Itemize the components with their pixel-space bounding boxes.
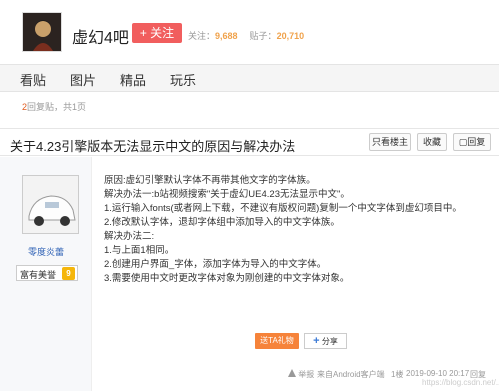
forum-stats: 关注：9,688 贴子：20,710 [188, 29, 316, 42]
post-line: 1.与上面1相同。 [104, 245, 175, 256]
report-link[interactable]: 举报 [288, 369, 314, 380]
watermark: https://blog.csdn.net/... [422, 378, 499, 387]
level-badge: 9 [62, 267, 75, 280]
members-count: 9,688 [215, 31, 238, 41]
share-button[interactable]: + 分享 [304, 333, 347, 349]
author-name[interactable]: 零度炎蕾 [0, 245, 92, 258]
forum-avatar[interactable] [22, 12, 62, 52]
author-badge: 富有美誉 9 [16, 265, 78, 281]
collect-button[interactable]: 收藏 [417, 133, 447, 151]
warning-icon [288, 369, 296, 377]
post-line: 解决办法二: [104, 231, 155, 242]
post-source: 来自Android客户端 [317, 370, 385, 379]
report-label: 举报 [298, 370, 315, 379]
post-line: 原因:虚幻引擎默认字体不再带其他文字的字体族。 [104, 175, 316, 186]
author-avatar[interactable] [22, 175, 79, 234]
post-content: 原因:虚幻引擎默认字体不再带其他文字的字体族。 解决办法一:b站视频搜索"关于虚… [104, 174, 494, 286]
nav-item-fun[interactable]: 玩乐 [170, 70, 196, 89]
plus-icon: + [313, 335, 320, 347]
forum-header: 虚幻4吧 + 关注 关注：9,688 贴子：20,710 [0, 0, 499, 64]
forum-name[interactable]: 虚幻4吧 [72, 24, 129, 48]
reply-button[interactable]: ▢回复 [453, 133, 491, 151]
author-panel: 零度炎蕾 富有美誉 9 [0, 157, 92, 391]
badge-text: 富有美誉 [20, 270, 57, 280]
post-line: 3.需要使用中文时更改字体对象为刚创建的中文字体对象。 [104, 273, 350, 284]
send-gift-button[interactable]: 送TA礼物 [255, 333, 299, 349]
floor-number: 1楼 [391, 370, 404, 379]
only-op-button[interactable]: 只看楼主 [369, 133, 411, 151]
posts-label: 贴子： [249, 31, 277, 41]
follow-button[interactable]: + 关注 [132, 23, 182, 43]
thread-title: 关于4.23引擎版本无法显示中文的原因与解决办法 [10, 139, 296, 154]
post-line: 1.运行输入fonts(或者网上下载，不建议有版权问题)复制一个中文字体到虚幻项… [104, 203, 462, 214]
nav-item-images[interactable]: 图片 [70, 70, 96, 89]
share-label: 分享 [321, 337, 338, 346]
post-line: 解决办法一:b站视频搜索"关于虚幻UE4.23无法显示中文"。 [104, 189, 350, 200]
post-line: 2.修改默认字体，退却字体组中添加导入的中文字体族。 [104, 217, 340, 228]
reply-icon: ▢ [458, 137, 468, 147]
reply-button-label: 回复 [467, 137, 486, 147]
posts-count: 20,710 [276, 31, 305, 41]
reply-suffix: 回复贴，共1页 [27, 102, 87, 112]
post-timestamp: 2019-09-10 20:17 [406, 369, 470, 378]
members-label: 关注： [188, 31, 216, 41]
post-line: 2.创建用户界面_字体，添加字体为导入的中文字体。 [104, 259, 327, 270]
nav-item-threads[interactable]: 看贴 [20, 70, 46, 89]
forum-nav: 看贴 图片 精品 玩乐 [0, 64, 499, 92]
thread-title-bar: 关于4.23引擎版本无法显示中文的原因与解决办法 只看楼主 收藏 ▢回复 [0, 128, 499, 156]
nav-item-featured[interactable]: 精品 [120, 70, 146, 89]
reply-info: 2回复贴，共1页 [22, 100, 86, 113]
